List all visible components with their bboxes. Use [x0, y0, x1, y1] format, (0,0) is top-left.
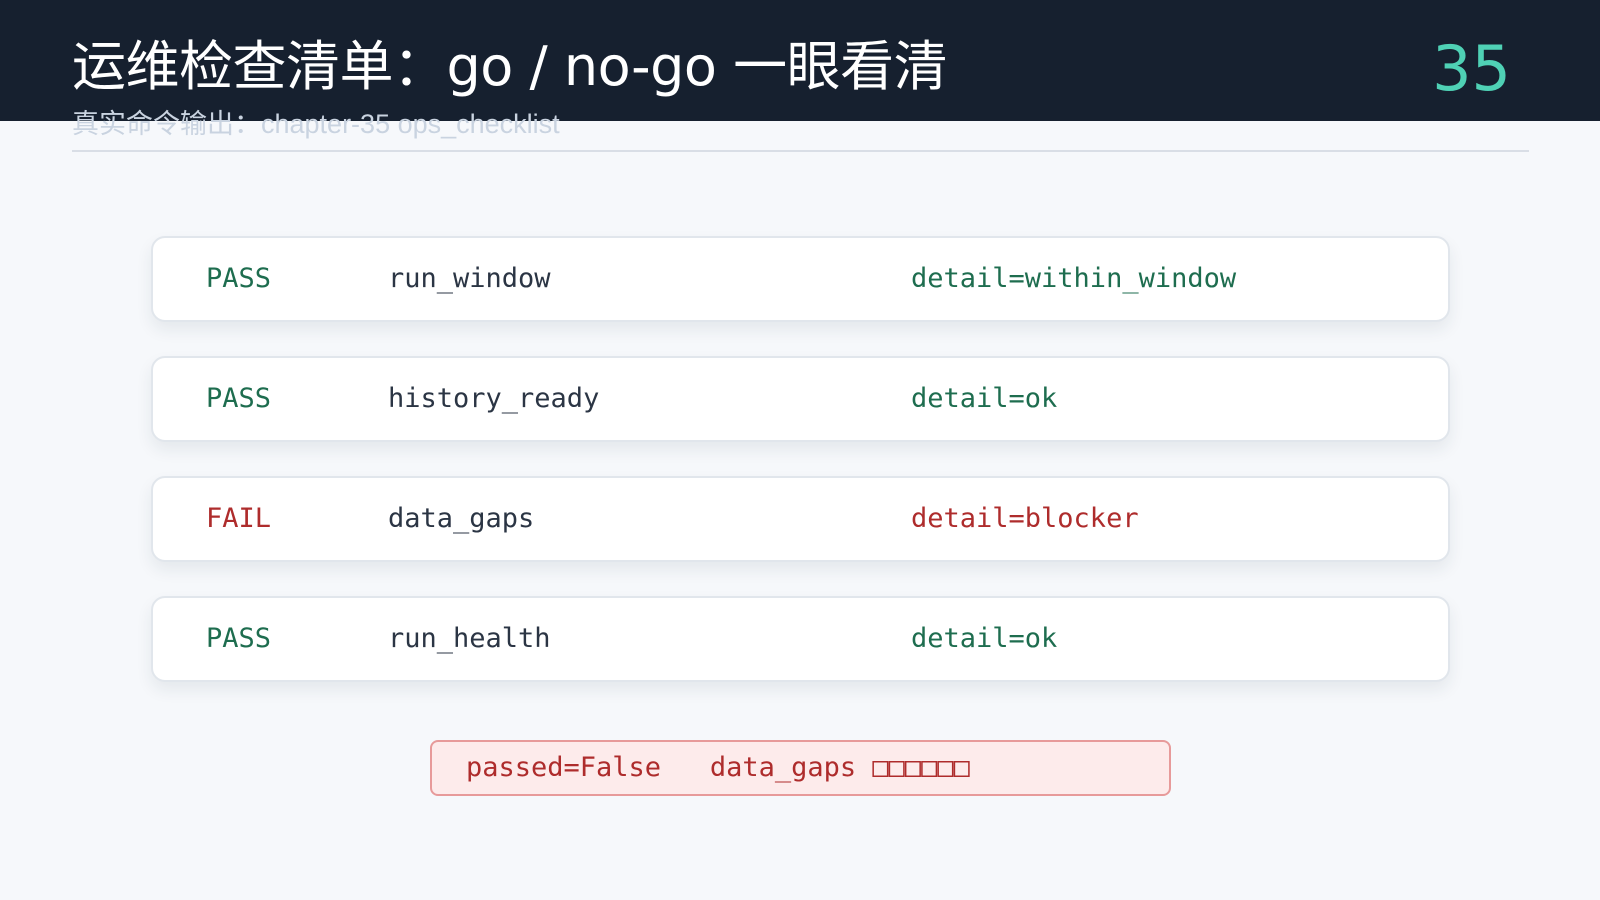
- check-row-data-gaps: FAIL data_gaps detail=blocker: [151, 476, 1450, 562]
- check-detail: detail=ok: [911, 623, 1058, 654]
- status-badge: FAIL: [206, 503, 272, 534]
- check-name: run_window: [388, 263, 551, 294]
- status-badge: PASS: [206, 623, 272, 654]
- check-row-run-health: PASS run_health detail=ok: [151, 596, 1450, 682]
- slide-subtitle: 真实命令输出：chapter-35 ops_checklist: [72, 109, 560, 139]
- check-row-run-window: PASS run_window detail=within_window: [151, 236, 1450, 322]
- header-divider: [72, 150, 1529, 152]
- summary-text: passed=False data_gaps □□□□□□: [466, 752, 970, 783]
- status-badge: PASS: [206, 383, 272, 414]
- check-detail: detail=ok: [911, 383, 1058, 414]
- slide-title: 运维检查清单：go / no-go 一眼看清: [72, 35, 948, 98]
- check-detail: detail=blocker: [911, 503, 1139, 534]
- summary-banner: passed=False data_gaps □□□□□□: [430, 740, 1171, 796]
- check-row-history-ready: PASS history_ready detail=ok: [151, 356, 1450, 442]
- checklist: PASS run_window detail=within_window PAS…: [151, 236, 1450, 716]
- check-name: run_health: [388, 623, 551, 654]
- check-name: data_gaps: [388, 503, 535, 534]
- page-number: 35: [1432, 32, 1511, 105]
- slide-header: 运维检查清单：go / no-go 一眼看清 35: [0, 0, 1600, 121]
- check-name: history_ready: [388, 383, 600, 414]
- status-badge: PASS: [206, 263, 272, 294]
- check-detail: detail=within_window: [911, 263, 1237, 294]
